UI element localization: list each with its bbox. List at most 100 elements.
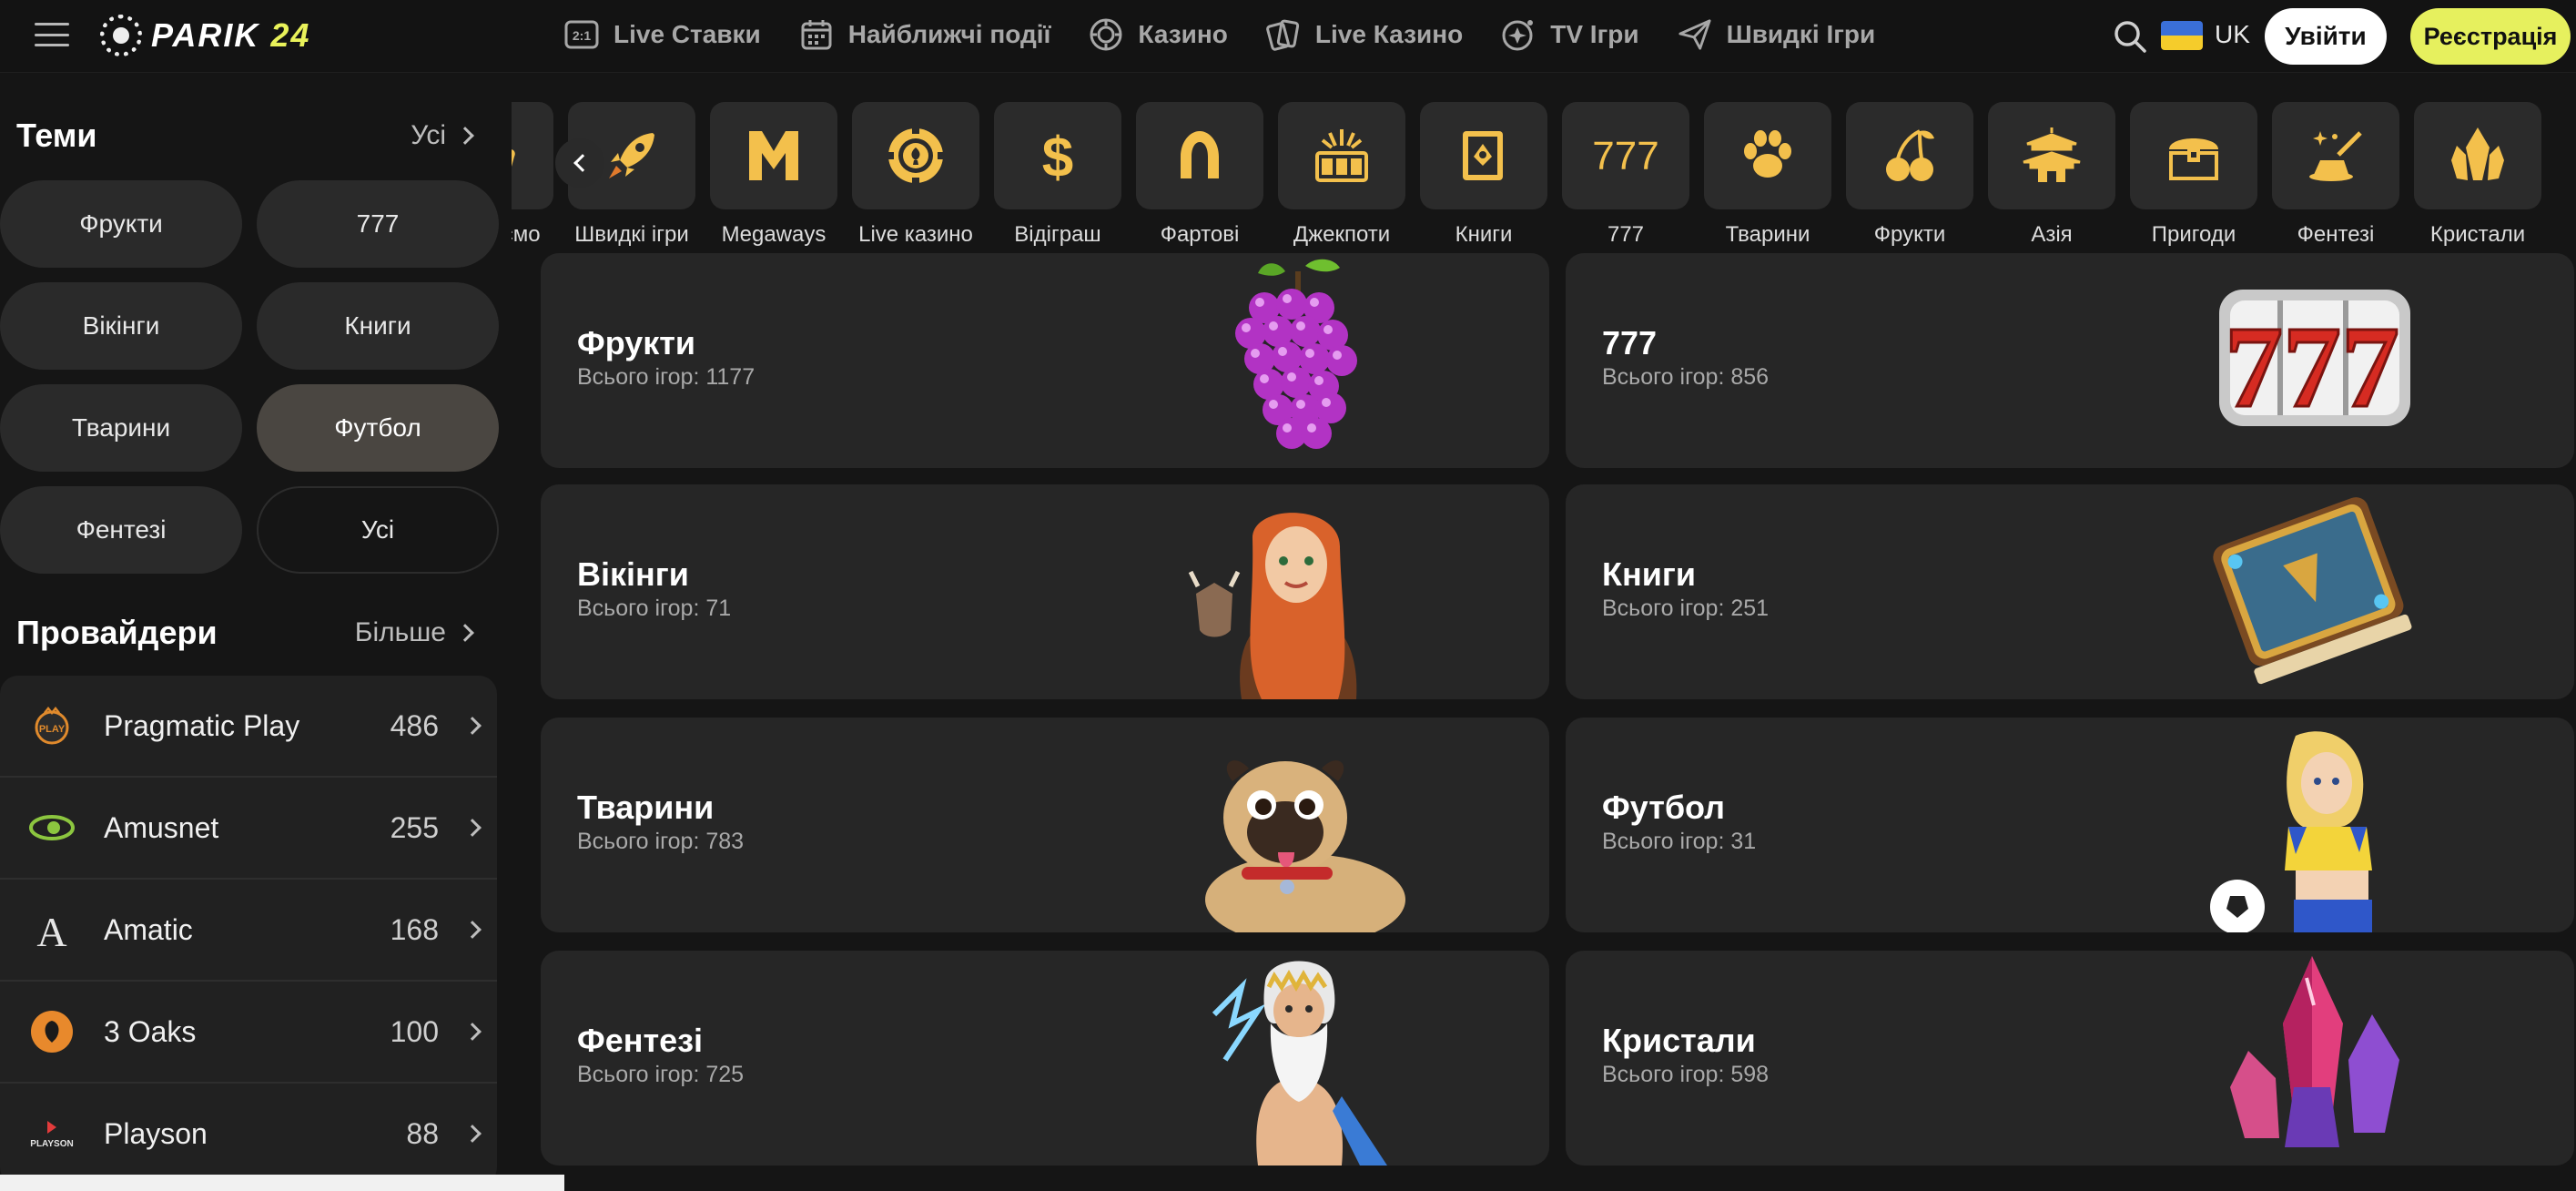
theme-card[interactable]: Кристали Всього ігор: 598: [1566, 951, 2574, 1166]
themes-title: Теми: [16, 117, 97, 154]
svg-text:A: A: [36, 909, 66, 952]
provider-count: 100: [390, 1014, 439, 1048]
category-tile[interactable]: Live казино: [852, 102, 979, 259]
nav-live-bets[interactable]: 2:1 Live Ставки: [564, 17, 761, 52]
provider-name: Playson: [104, 1116, 208, 1150]
theme-card[interactable]: Тварини Всього ігор: 783: [541, 718, 1549, 932]
svg-text:777: 777: [1592, 134, 1658, 178]
provider-name: Amatic: [104, 912, 193, 946]
theme-card[interactable]: Книги Всього ігор: 251: [1566, 484, 2574, 699]
card-game-count: Всього ігор: 856: [1602, 364, 1770, 390]
category-tile[interactable]: $ Відіграш: [994, 102, 1121, 259]
card-game-count: Всього ігор: 725: [577, 1062, 745, 1087]
chip-icon: [852, 102, 979, 209]
card-title: 777: [1602, 324, 1658, 361]
crystal-icon: [2414, 102, 2541, 209]
logo-number: 24: [270, 16, 311, 54]
category-tile[interactable]: Фрукти: [1846, 102, 1973, 259]
card-game-count: Всього ігор: 31: [1602, 829, 1757, 854]
themes-all-link[interactable]: Усі: [411, 120, 474, 151]
amatic-icon: A: [27, 905, 76, 954]
category-label: Кристали: [2429, 222, 2526, 247]
nav-live-casino[interactable]: Live Казино: [1266, 17, 1463, 52]
category-tile[interactable]: Азія: [1988, 102, 2115, 259]
category-tile[interactable]: 777 777: [1562, 102, 1689, 259]
provider-row[interactable]: A Amatic 168: [0, 880, 497, 982]
theme-pill-all[interactable]: Усі: [257, 486, 499, 574]
category-tile[interactable]: Фартові: [1136, 102, 1263, 259]
card-game-count: Всього ігор: 598: [1602, 1062, 1770, 1087]
theme-pill[interactable]: Вікінги: [0, 282, 242, 370]
chevron-right-icon: [463, 1125, 482, 1143]
category-tile[interactable]: Джекпоти: [1278, 102, 1405, 259]
svg-text:$: $: [1042, 127, 1073, 188]
theme-pill[interactable]: Тварини: [0, 384, 242, 472]
theme-card[interactable]: Фрукти Всього ігор: 1177: [541, 253, 1549, 468]
theme-pill[interactable]: Фентезі: [0, 486, 242, 574]
theme-pill-active[interactable]: Футбол: [257, 384, 499, 472]
providers-header: Провайдери Більше: [16, 614, 474, 652]
provider-row[interactable]: PLAY Pragmatic Play 486: [0, 676, 497, 778]
provider-row[interactable]: 3 Oaks 100: [0, 982, 497, 1084]
category-label: Фентезі: [2297, 222, 2375, 247]
register-button[interactable]: Реєстрація: [2410, 8, 2571, 65]
chevron-right-icon: [463, 1023, 482, 1041]
plane-icon: [1678, 17, 1712, 52]
card-title: Книги: [1602, 555, 1696, 593]
logo[interactable]: PARIK 24: [100, 15, 310, 56]
category-label: 777: [1607, 222, 1645, 247]
scroll-left-button[interactable]: [555, 138, 604, 188]
category-label: Швидкі ігри: [574, 222, 689, 247]
providers-list: PLAY Pragmatic Play 486 Amusnet 255 A Am…: [0, 676, 497, 1186]
login-button[interactable]: Увійти: [2265, 8, 2387, 65]
category-label: Джекпоти: [1293, 222, 1391, 247]
chevron-right-icon: [463, 819, 482, 837]
logo-chip-icon: [100, 15, 142, 56]
casino-chip-icon: [1089, 17, 1123, 52]
category-tile[interactable]: Книги: [1420, 102, 1547, 259]
pragmatic-play-icon: PLAY: [27, 701, 76, 750]
category-label: Азія: [2031, 222, 2073, 247]
top-header: PARIK 24 2:1 Live Ставки Найближчі події…: [0, 0, 2576, 73]
category-tile[interactable]: Тварини: [1704, 102, 1831, 259]
menu-icon[interactable]: [35, 20, 69, 49]
nav-casino[interactable]: Казино: [1089, 17, 1228, 52]
cherry-icon: [1846, 102, 1973, 209]
category-tile[interactable]: Фентезі: [2272, 102, 2399, 259]
theme-card[interactable]: Фентезі Всього ігор: 725: [541, 951, 1549, 1166]
theme-card[interactable]: Вікінги Всього ігор: 71: [541, 484, 1549, 699]
logo-text: PARIK: [151, 16, 260, 54]
card-title: Тварини: [577, 789, 715, 826]
ukraine-flag-icon[interactable]: [2161, 21, 2203, 50]
category-tile[interactable]: Пригоди: [2130, 102, 2257, 259]
card-title: Футбол: [1602, 789, 1726, 826]
theme-pill[interactable]: Фрукти: [0, 180, 242, 268]
theme-card[interactable]: Футбол Всього ігор: 31: [1566, 718, 2574, 932]
chevron-left-icon: [573, 154, 592, 172]
category-label: Фрукти: [1873, 222, 1946, 247]
category-tile[interactable]: Кристали: [2414, 102, 2541, 259]
provider-name: Pragmatic Play: [104, 708, 300, 742]
category-tile[interactable]: Megaways: [710, 102, 837, 259]
theme-pill[interactable]: Книги: [257, 282, 499, 370]
search-icon[interactable]: [2112, 18, 2148, 55]
category-tile[interactable]: мендуємо: [512, 102, 553, 259]
chest-icon: [2130, 102, 2257, 209]
language-selector[interactable]: UK: [2215, 20, 2250, 49]
provider-row[interactable]: PLAYSON Playson 88: [0, 1084, 497, 1186]
providers-title: Провайдери: [16, 614, 218, 651]
category-strip: мендуємо Швидкі ігри Megaways Live казино $ В…: [512, 87, 2576, 259]
theme-card[interactable]: 777 Всього ігор: 856 777: [1566, 253, 2574, 468]
providers-more-link[interactable]: Більше: [355, 617, 474, 648]
theme-pill[interactable]: 777: [257, 180, 499, 268]
themes-header: Теми Усі: [16, 117, 474, 155]
provider-row[interactable]: Amusnet 255: [0, 778, 497, 880]
main-nav: 2:1 Live Ставки Найближчі події Казино L…: [564, 0, 1875, 69]
calendar-icon: [799, 17, 834, 52]
nav-tv-games[interactable]: TV Ігри: [1501, 17, 1639, 52]
nav-upcoming[interactable]: Найближчі події: [799, 17, 1050, 52]
nav-fast-games[interactable]: Швидкі Ігри: [1678, 17, 1875, 52]
live-odds-icon: 2:1: [564, 17, 599, 52]
svg-text:PLAY: PLAY: [39, 724, 66, 735]
svg-text:2:1: 2:1: [573, 28, 591, 43]
